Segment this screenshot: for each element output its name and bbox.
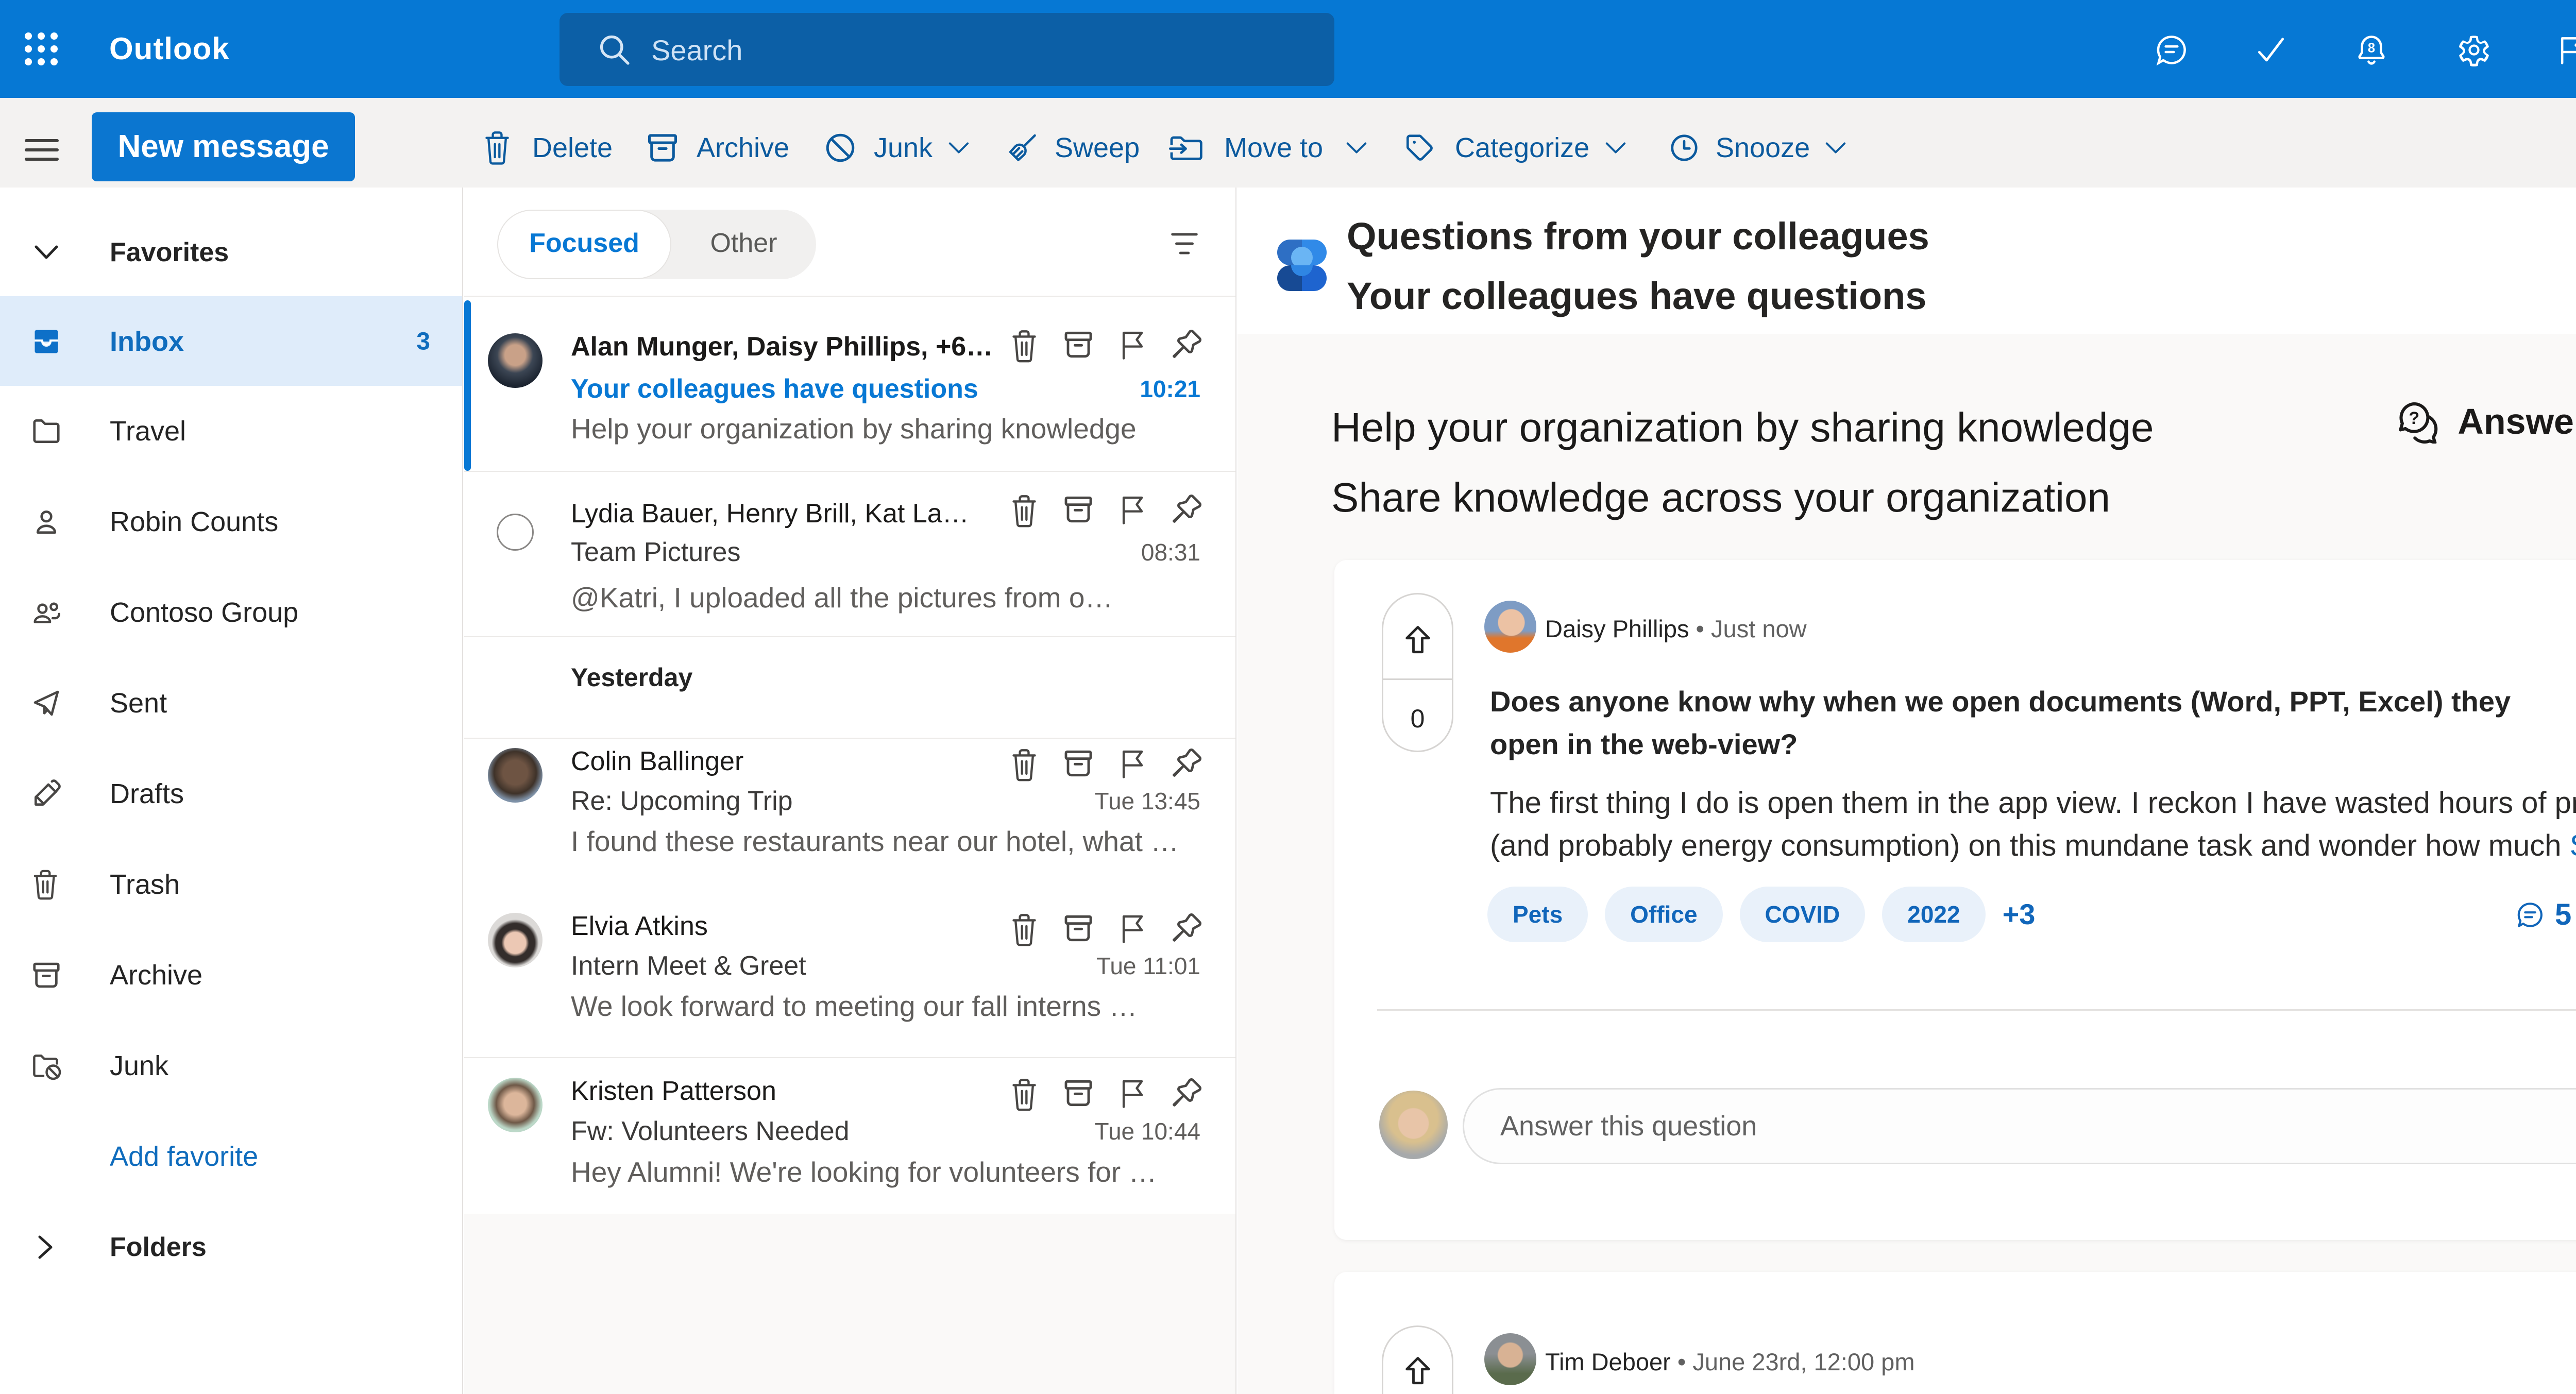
svg-text:?: ?	[2409, 409, 2419, 428]
svg-text:8: 8	[2368, 41, 2375, 56]
